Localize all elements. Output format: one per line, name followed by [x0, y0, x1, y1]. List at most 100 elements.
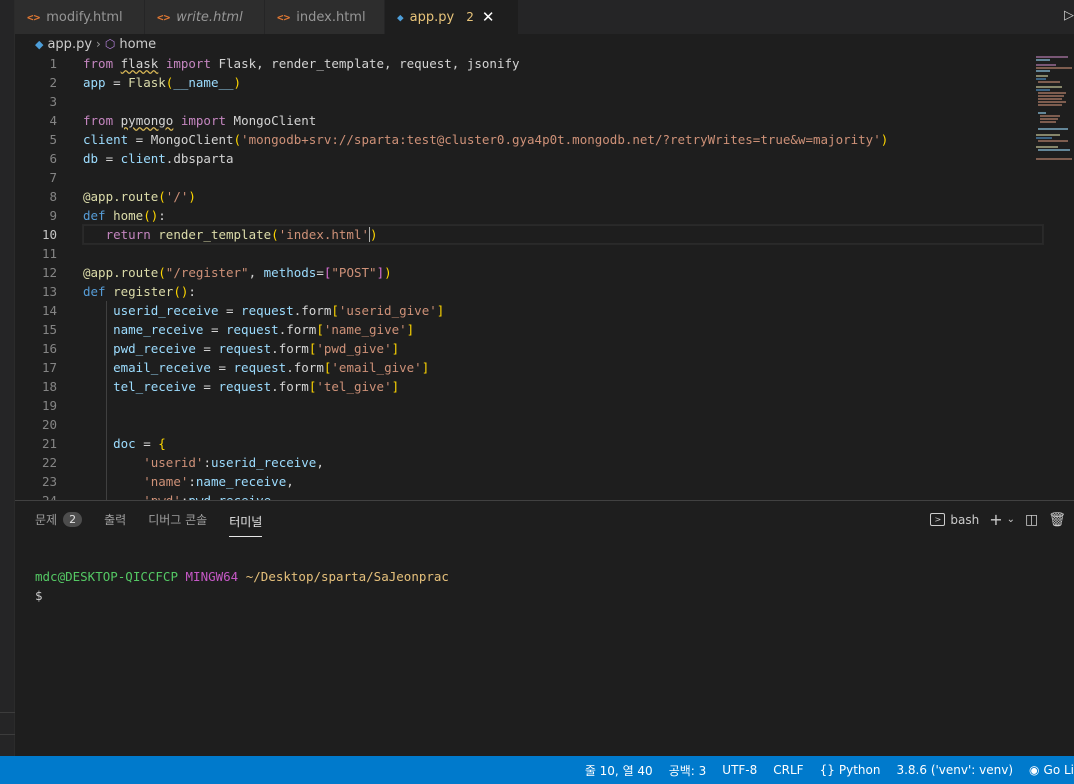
terminal-output[interactable]: mdc@DESKTOP-QICCFCP MINGW64 ~/Desktop/sp… — [35, 567, 449, 605]
line-number: 21 — [41, 436, 57, 451]
tab-modify-html[interactable]: <> modify.html — [15, 0, 145, 34]
line-number: 16 — [41, 341, 57, 356]
code-line: from flask import Flask, render_template… — [83, 56, 520, 71]
code-line: app = Flask(__name__) — [83, 75, 242, 90]
method-cube-icon: ⬡ — [104, 37, 116, 51]
line-number: 6 — [49, 151, 57, 166]
tab-terminal[interactable]: 터미널 — [229, 507, 263, 537]
tab-index-html[interactable]: <> index.html — [265, 0, 385, 34]
line-number-gutter: 123456789101112131415161718192021222324 — [15, 54, 67, 500]
python-icon: ◆ — [35, 37, 44, 51]
status-bar: 줄 10, 열 40 공백: 3 UTF-8 CRLF {} Python 3.… — [0, 756, 1074, 784]
broadcast-icon: ◉ — [1029, 763, 1040, 777]
go-live-button[interactable]: Go Li — [1044, 763, 1074, 777]
tab-label: modify.html — [46, 9, 123, 25]
tab-write-html[interactable]: <> write.html — [145, 0, 265, 34]
trash-icon[interactable]: 🗑 — [1048, 512, 1066, 528]
breadcrumb-file[interactable]: app.py — [47, 37, 92, 52]
breadcrumb-symbol[interactable]: home — [119, 37, 156, 52]
problems-count-badge: 2 — [466, 10, 474, 24]
shell-name[interactable]: bash — [950, 513, 979, 527]
tab-label: 디버그 콘솔 — [148, 512, 208, 527]
divider — [0, 734, 15, 735]
file-encoding[interactable]: UTF-8 — [722, 763, 757, 777]
code-line: def register(): — [83, 284, 196, 299]
code-line: pwd_receive = request.form['pwd_give'] — [113, 341, 400, 356]
code-line: userid_receive = request.form['userid_gi… — [113, 303, 445, 318]
code-line: 'userid':userid_receive, — [143, 455, 324, 470]
chevron-down-icon[interactable]: ⌄ — [1007, 514, 1015, 525]
panel-tabs: 문제 2 출력 디버그 콘솔 터미널 — [35, 501, 284, 537]
line-number: 4 — [49, 113, 57, 128]
line-number: 19 — [41, 398, 57, 413]
python-interpreter[interactable]: 3.8.6 ('venv': venv) — [896, 763, 1013, 777]
code-line: name_receive = request.form['name_give'] — [113, 322, 415, 337]
code-line: @app.route('/') — [83, 189, 196, 204]
new-terminal-plus-icon[interactable]: + — [989, 510, 1002, 529]
code-line: doc = { — [113, 436, 166, 451]
line-number: 23 — [41, 474, 57, 489]
language-braces-icon: {} — [819, 763, 835, 777]
line-number: 1 — [49, 56, 57, 71]
html-file-icon: <> — [27, 10, 41, 24]
terminal-line: mdc@DESKTOP-QICCFCP MINGW64 ~/Desktop/sp… — [35, 567, 449, 586]
line-number: 3 — [49, 94, 57, 109]
line-number: 13 — [41, 284, 57, 299]
code-line: email_receive = request.form['email_give… — [113, 360, 430, 375]
tab-debug-console[interactable]: 디버그 콘솔 — [148, 501, 207, 537]
editor-tab-bar: <> modify.html <> write.html <> index.ht… — [15, 0, 1074, 34]
minimap[interactable] — [1034, 54, 1074, 174]
line-number: 22 — [41, 455, 57, 470]
tab-label: 터미널 — [229, 515, 263, 529]
terminal-system: MINGW64 — [185, 569, 239, 584]
code-line: db = client.dbsparta — [83, 151, 234, 166]
terminal-path: ~/Desktop/sparta/SaJeonprac — [245, 569, 449, 584]
code-line: from pymongo import MongoClient — [83, 113, 317, 128]
line-number: 8 — [49, 189, 57, 204]
bottom-panel: 문제 2 출력 디버그 콘솔 터미널 > bash + ⌄ ◫ 🗑 mdc@DE… — [15, 500, 1074, 756]
terminal-prompt: $ — [35, 588, 43, 603]
indentation-setting[interactable]: 공백: 3 — [669, 762, 707, 779]
language-mode[interactable]: Python — [839, 763, 881, 777]
tab-output[interactable]: 출력 — [104, 501, 126, 537]
html-file-icon: <> — [157, 10, 171, 24]
code-line: tel_receive = request.form['tel_give'] — [113, 379, 400, 394]
line-number: 18 — [41, 379, 57, 394]
code-line-current: return render_template('index.html') — [82, 224, 1044, 245]
line-number: 11 — [41, 246, 57, 261]
code-line: 'name':name_receive, — [143, 474, 294, 489]
line-number: 9 — [49, 208, 57, 223]
line-number: 15 — [41, 322, 57, 337]
line-number: 24 — [15, 491, 67, 500]
divider — [0, 712, 15, 713]
close-tab-icon[interactable]: ✕ — [482, 8, 495, 26]
tab-label: index.html — [296, 9, 366, 25]
cursor-position[interactable]: 줄 10, 열 40 — [585, 762, 653, 779]
code-editor[interactable]: 123456789101112131415161718192021222324 … — [15, 54, 1074, 500]
panel-actions: > bash + ⌄ ◫ 🗑 — [920, 510, 1066, 529]
tab-problems[interactable]: 문제 2 — [35, 501, 83, 537]
run-icon[interactable]: ▷ — [1064, 8, 1074, 23]
code-area[interactable]: from flask import Flask, render_template… — [82, 54, 1044, 500]
terminal-user: mdc@DESKTOP-QICCFCP — [35, 569, 178, 584]
line-number: 20 — [41, 417, 57, 432]
line-number: 7 — [49, 170, 57, 185]
tab-label: 출력 — [104, 512, 127, 527]
activity-bar-edge — [0, 0, 15, 760]
code-line: 'pwd':pwd_receive, — [83, 491, 1043, 500]
split-terminal-icon[interactable]: ◫ — [1025, 512, 1038, 528]
html-file-icon: <> — [277, 10, 291, 24]
tab-label: 문제 — [35, 512, 58, 527]
tab-app-py[interactable]: ◆ app.py 2 ✕ — [385, 0, 519, 34]
end-of-line[interactable]: CRLF — [773, 763, 803, 777]
chevron-right-icon: › — [96, 37, 101, 51]
python-icon: ◆ — [397, 10, 404, 24]
tab-label: write.html — [176, 9, 243, 25]
breadcrumb: ◆ app.py › ⬡ home — [15, 34, 1074, 54]
line-number: 12 — [41, 265, 57, 280]
